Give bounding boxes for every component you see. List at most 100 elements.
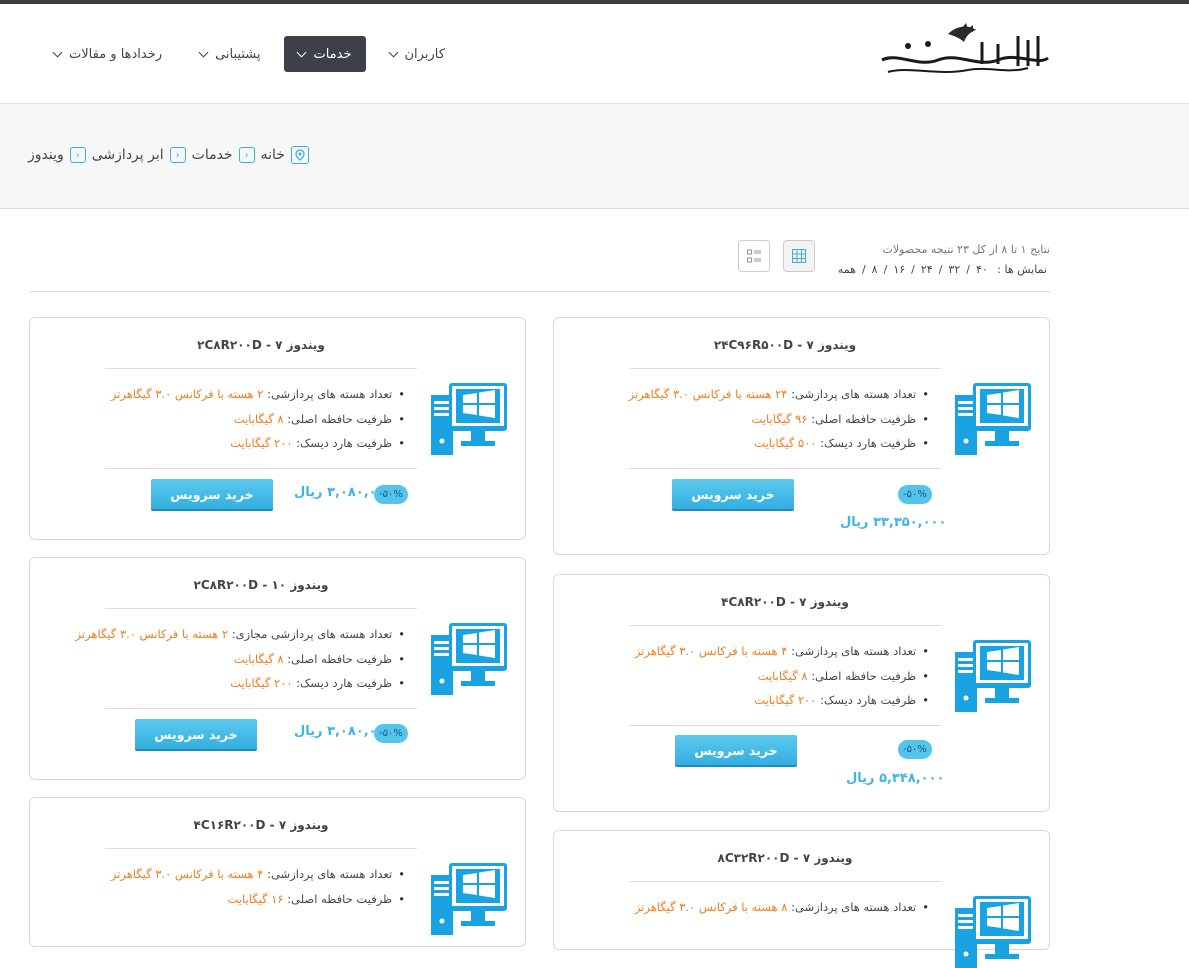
spec-label: تعداد هسته های پردازشی: [267,867,393,881]
per-page-selector: نمایش ها : ۸ / ۱۶ / ۲۴ / ۳۲ / ۴۰ / همه [835,260,1050,280]
product-price: ۳,۰۸۰,۰۰۰ ریال [294,485,393,500]
spec-label: تعداد هسته های پردازشی: [791,900,917,914]
per-page-8[interactable]: ۸ [872,263,878,276]
nav-label: کاربران [404,46,445,62]
breadcrumb-cloud[interactable]: ابر پردازشی [92,147,164,163]
map-pin-icon [290,146,309,164]
discount-badge: -۵۰% [898,740,932,759]
spec-label: ظرفیت هارد دیسک: [296,436,393,450]
spec-item: ظرفیت حافظه اصلی: ۹۶ گیگابایت [614,407,929,432]
main-nav: کاربران خدمات پشتیبانی رخدادها و مقالات [40,36,459,72]
spec-value: ۲۰۰ گیگابایت [230,436,293,450]
spec-label: ظرفیت حافظه اصلی: [811,411,917,426]
per-page-divider: / [938,263,943,276]
chevron-down-icon [52,47,63,57]
windows-pc-icon[interactable] [955,383,1031,455]
chevron-down-icon [297,47,307,57]
spec-value: ۸ هسته با فرکانس ۳.۰ گیگاهرتز [634,900,788,914]
spec-item: ظرفیت حافظه اصلی: ۸ گیگابایت [614,664,929,689]
product-card: ویندوز ۷ - ۴C۱۶R۲۰۰D تعداد هسته های پردا… [29,797,526,947]
product-title[interactable]: ویندوز ۷ - ۲۴C۹۶R۵۰۰D [629,338,941,352]
product-title[interactable]: ویندوز ۷ - ۲C۸R۲۰۰D [105,338,417,352]
buy-service-button[interactable]: خرید سرویس [675,735,797,765]
product-price: ۳۳,۳۵۰,۰۰۰ ریال [840,515,947,530]
windows-pc-icon[interactable] [431,863,507,935]
spec-value: ۸ گیگابایت [757,668,808,683]
divider [105,368,417,369]
windows-pc-icon[interactable] [431,623,507,695]
results-toolbar: نتایج ۱ تا ۸ از کل ۲۳ نتیجه محصولات نمای… [30,232,1050,292]
per-page-32[interactable]: ۳۲ [948,263,960,276]
per-page-16[interactable]: ۱۶ [893,263,905,276]
spec-value: ۲۴ هسته با فرکانس ۳.۰ گیگاهرتز [628,387,788,401]
per-page-divider: / [861,263,866,276]
nav-events-articles[interactable]: رخدادها و مقالات [40,36,176,72]
spec-value: ۴ هسته با فرکانس ۳.۰ گیگاهرتز [110,867,264,881]
per-page-divider: / [966,263,970,276]
breadcrumb-band: خانه ‹ خدمات ‹ ابر پردازشی ‹ ویندوز [0,104,1189,209]
product-card: ویندوز ۷ - ۲C۸R۲۰۰D تعداد هسته های پرداز… [29,317,526,540]
spec-label: ظرفیت هارد دیسک: [820,693,917,707]
spec-item: ظرفیت حافظه اصلی: ۸ گیگابایت [70,647,405,672]
windows-pc-icon[interactable] [955,640,1031,712]
nav-users[interactable]: کاربران [376,36,459,72]
breadcrumb-current: ویندوز [28,147,64,163]
divider [629,881,941,882]
spec-value: ۴ هسته با فرکانس ۳.۰ گیگاهرتز [634,644,788,658]
windows-pc-icon[interactable] [955,896,1031,968]
divider [105,708,417,709]
product-specs: تعداد هسته های پردازشی: ۲ هسته با فرکانس… [90,382,405,456]
divider [105,468,417,469]
spec-item: تعداد هسته های پردازشی: ۸ هسته با فرکانس… [614,895,929,920]
per-page-label: نمایش ها : [997,263,1047,276]
product-title[interactable]: ویندوز ۷ - ۴C۱۶R۲۰۰D [105,818,417,832]
divider [105,848,417,849]
breadcrumb-services[interactable]: خدمات [192,147,233,163]
divider [629,468,941,469]
product-title[interactable]: ویندوز ۷ - ۸C۳۲R۲۰۰D [629,851,941,865]
spec-item: تعداد هسته های پردازشی: ۲۴ هسته با فرکان… [614,382,929,407]
windows-pc-icon[interactable] [431,383,507,455]
divider [629,368,941,369]
spec-value: ۸ گیگابایت [233,411,284,426]
divider [629,625,941,626]
spec-item: ظرفیت هارد دیسک: ۵۰۰ گیگابایت [614,431,929,456]
spec-label: تعداد هسته های پردازشی: [791,387,917,401]
nav-support[interactable]: پشتیبانی [186,36,274,72]
per-page-all[interactable]: همه [838,263,856,276]
product-specs: تعداد هسته های پردازشی: ۲۴ هسته با فرکان… [614,382,929,456]
discount-badge: -۵۰% [898,485,932,504]
product-title[interactable]: ویندوز ۱۰ - ۲C۸R۲۰۰D [105,578,417,592]
spec-value: ۵۰۰ گیگابایت [754,436,817,450]
product-price: ۵,۳۴۸,۰۰۰ ریال [846,771,945,786]
product-specs: تعداد هسته های پردازشی: ۸ هسته با فرکانس… [614,895,929,920]
product-specs: تعداد هسته های پردازشی: ۴ هسته با فرکانس… [90,862,405,911]
divider [629,725,941,726]
breadcrumb: خانه ‹ خدمات ‹ ابر پردازشی ‹ ویندوز [28,146,309,164]
breadcrumb-home[interactable]: خانه [261,147,285,163]
site-logo[interactable] [878,22,1050,82]
spec-label: ظرفیت حافظه اصلی: [811,668,917,683]
chevron-left-icon: ‹ [69,147,86,163]
spec-value: ۲۰۰ گیگابایت [230,676,293,690]
product-price: ۳,۰۸۰,۰۰۰ ریال [294,724,393,739]
per-page-40[interactable]: ۴۰ [976,263,988,276]
grid-view-button[interactable] [783,240,815,272]
results-summary: نتایج ۱ تا ۸ از کل ۲۳ نتیجه محصولات [882,243,1050,256]
buy-service-button[interactable]: خرید سرویس [135,719,257,749]
spec-item: ظرفیت حافظه اصلی: ۱۶ گیگابایت [90,887,405,912]
list-view-button[interactable] [738,240,770,272]
spec-label: ظرفیت حافظه اصلی: [287,891,393,906]
per-page-divider: / [883,263,888,276]
buy-service-button[interactable]: خرید سرویس [672,479,794,509]
product-title[interactable]: ویندوز ۷ - ۴C۸R۲۰۰D [629,595,941,609]
chevron-down-icon [388,47,398,57]
chevron-down-icon [198,47,209,57]
nav-label: رخدادها و مقالات [69,46,163,62]
per-page-24[interactable]: ۲۴ [921,263,933,276]
spec-value: ۲ هسته با فرکانس ۳.۰ گیگاهرتز [110,387,264,401]
nav-services[interactable]: خدمات [284,36,366,72]
spec-label: ظرفیت هارد دیسک: [296,676,393,690]
product-specs: تعداد هسته های پردازشی: ۴ هسته با فرکانس… [614,639,929,713]
buy-service-button[interactable]: خرید سرویس [151,479,273,509]
